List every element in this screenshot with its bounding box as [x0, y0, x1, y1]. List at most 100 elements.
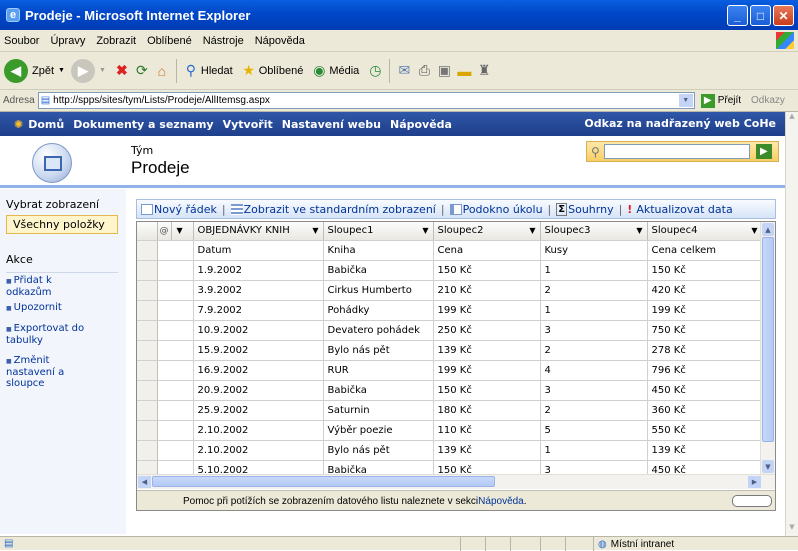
chevron-down-icon[interactable]: ▼ — [678, 94, 693, 107]
totals-button[interactable]: Souhrny — [568, 203, 613, 216]
table-cell[interactable]: 2 — [540, 400, 648, 421]
chevron-down-icon[interactable]: ▼ — [422, 226, 428, 235]
table-cell[interactable]: Cirkus Humberto — [323, 280, 434, 301]
scroll-down-icon[interactable]: ▼ — [786, 523, 798, 537]
attachment-cell[interactable] — [157, 320, 194, 341]
attachment-cell[interactable] — [157, 360, 194, 381]
forward-button[interactable]: ▶ ▼ — [70, 58, 106, 83]
table-cell[interactable]: 2 — [540, 280, 648, 301]
action-alert-me[interactable]: ■ Upozornit — [6, 302, 121, 314]
grid-horizontal-scrollbar[interactable]: ◀ ▶ — [137, 474, 775, 489]
minimize-button[interactable]: _ — [727, 5, 748, 26]
table-cell[interactable]: Datum — [193, 240, 324, 261]
table-cell[interactable]: 5 — [540, 420, 648, 441]
table-cell[interactable]: 199 Kč — [433, 360, 541, 381]
nav-documents[interactable]: Dokumenty a seznamy — [73, 118, 213, 131]
table-cell[interactable]: Devatero pohádek — [323, 320, 434, 341]
table-cell[interactable]: 450 Kč — [647, 380, 763, 401]
chevron-down-icon[interactable]: ▼ — [751, 226, 757, 235]
parent-site-link[interactable]: Odkaz na nadřazený web CoHe — [584, 117, 776, 130]
table-cell[interactable]: Babička — [323, 260, 434, 281]
table-cell[interactable]: Cena celkem — [647, 240, 763, 261]
attachment-cell[interactable] — [157, 400, 194, 421]
print-icon[interactable]: ⎙ — [414, 61, 434, 81]
scrollbar-thumb[interactable] — [762, 237, 774, 442]
table-cell[interactable]: 25.9.2002 — [193, 400, 324, 421]
action-add-to-links[interactable]: ■ Přidat k odkazům — [6, 275, 76, 298]
scroll-down-icon[interactable]: ▼ — [762, 460, 774, 473]
media-button[interactable]: ◉ Média — [309, 61, 359, 81]
menu-nastroje[interactable]: Nástroje — [203, 35, 244, 47]
menu-oblibene[interactable]: Oblíbené — [147, 35, 192, 47]
action-modify-settings[interactable]: ■ Změnit nastavení a sloupce — [6, 355, 81, 389]
table-cell[interactable]: 2.10.2002 — [193, 420, 324, 441]
scrollbar-thumb[interactable] — [152, 476, 495, 487]
chevron-down-icon[interactable]: ▼ — [529, 226, 535, 235]
attachment-cell[interactable] — [157, 260, 194, 281]
page-scrollbar[interactable]: ▲ ▼ — [785, 112, 798, 537]
edit-icon[interactable]: ▣ — [434, 61, 454, 81]
row-selector[interactable] — [137, 360, 158, 381]
table-cell[interactable]: 2.10.2002 — [193, 440, 324, 461]
site-name[interactable]: Tým — [131, 144, 153, 157]
table-cell[interactable]: 3 — [540, 380, 648, 401]
search-input[interactable] — [603, 144, 750, 159]
table-cell[interactable]: 10.9.2002 — [193, 320, 324, 341]
scroll-up-icon[interactable]: ▲ — [762, 223, 774, 236]
refresh-icon[interactable]: ⟳ — [132, 61, 152, 81]
refresh-data-button[interactable]: Aktualizovat data — [636, 203, 732, 216]
row-selector[interactable] — [137, 380, 158, 401]
menu-napoveda[interactable]: Nápověda — [255, 35, 305, 47]
maximize-button[interactable]: □ — [750, 5, 771, 26]
row-selector[interactable] — [137, 400, 158, 421]
menu-zobrazit[interactable]: Zobrazit — [96, 35, 136, 47]
table-cell[interactable]: Cena — [433, 240, 541, 261]
table-cell[interactable]: 180 Kč — [433, 400, 541, 421]
table-cell[interactable]: Bylo nás pět — [323, 340, 434, 361]
nav-home[interactable]: Domů — [28, 118, 64, 131]
help-link[interactable]: Nápověda — [478, 496, 524, 507]
table-cell[interactable]: 110 Kč — [433, 420, 541, 441]
column-header[interactable]: Sloupec1 ▼ — [323, 222, 434, 241]
table-cell[interactable]: 796 Kč — [647, 360, 763, 381]
go-arrow-icon[interactable]: ▶ — [700, 93, 715, 108]
row-selector[interactable] — [137, 280, 158, 301]
nav-help[interactable]: Nápověda — [390, 118, 452, 131]
table-cell[interactable]: Bylo nás pět — [323, 440, 434, 461]
task-pane-toggle[interactable] — [732, 495, 772, 507]
attachment-cell[interactable] — [157, 420, 194, 441]
table-cell[interactable]: 150 Kč — [433, 260, 541, 281]
attachment-cell[interactable] — [157, 340, 194, 361]
row-selector[interactable] — [137, 260, 158, 281]
table-cell[interactable]: 7.9.2002 — [193, 300, 324, 321]
nav-create[interactable]: Vytvořit — [223, 118, 273, 131]
table-cell[interactable]: Kusy — [540, 240, 648, 261]
row-selector[interactable] — [137, 420, 158, 441]
row-selector[interactable] — [137, 440, 158, 461]
table-cell[interactable]: Pohádky — [323, 300, 434, 321]
table-cell[interactable]: 750 Kč — [647, 320, 763, 341]
nav-site-settings[interactable]: Nastavení webu — [282, 118, 381, 131]
row-selector[interactable] — [137, 340, 158, 361]
chevron-down-icon[interactable]: ▼ — [636, 226, 642, 235]
mail-icon[interactable]: ✉ — [394, 61, 414, 81]
home-icon[interactable]: ⌂ — [152, 61, 172, 81]
table-cell[interactable]: 15.9.2002 — [193, 340, 324, 361]
table-cell[interactable]: 139 Kč — [433, 340, 541, 361]
select-all-cell[interactable] — [137, 222, 158, 241]
table-cell[interactable]: Babička — [323, 380, 434, 401]
column-header[interactable]: Sloupec3 ▼ — [540, 222, 648, 241]
table-cell[interactable]: 2 — [540, 340, 648, 361]
go-button[interactable]: Přejít — [718, 95, 741, 106]
attachment-cell[interactable] — [157, 280, 194, 301]
table-cell[interactable]: 420 Kč — [647, 280, 763, 301]
favorites-button[interactable]: ★ Oblíbené — [239, 61, 303, 81]
datasheet-grid[interactable]: @ ▼ OBJEDNÁVKY KNIH ▼ Sloupec1 ▼ Sloupec2 ▼… — [136, 221, 776, 511]
table-cell[interactable]: 3 — [540, 320, 648, 341]
table-cell[interactable]: 139 Kč — [433, 440, 541, 461]
messenger-icon[interactable]: ♜ — [474, 61, 494, 81]
chevron-down-icon[interactable]: ▼ — [171, 222, 194, 241]
table-cell[interactable]: 250 Kč — [433, 320, 541, 341]
table-cell[interactable]: Kniha — [323, 240, 434, 261]
table-cell[interactable]: Výběr poezie — [323, 420, 434, 441]
